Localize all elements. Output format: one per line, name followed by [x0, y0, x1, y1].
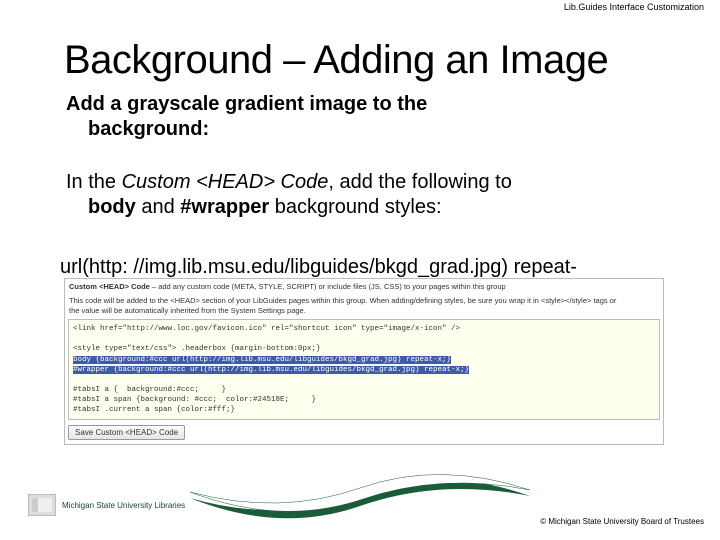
save-button[interactable]: Save Custom <HEAD> Code [68, 425, 185, 440]
code-l3b: #wrapper {background:#ccc url(http://img… [73, 366, 469, 374]
instr-body: body [88, 196, 136, 218]
slide-subtitle: Add a grayscale gradient image to the ba… [66, 92, 680, 142]
code-textarea[interactable]: <link href="http://www.loc.gov/favicon.i… [68, 319, 660, 420]
org-name: Michigan State University Libraries [62, 501, 185, 510]
panel-help-line2: the value will be automatically inherite… [69, 306, 306, 315]
subtitle-line1: Add a grayscale gradient image to the [66, 93, 427, 115]
instruction-text: In the Custom <HEAD> Code, add the follo… [66, 170, 680, 220]
instr-and: and [136, 196, 180, 218]
instr-wrapper: #wrapper [180, 196, 269, 218]
header-label: Lib.Guides Interface Customization [564, 2, 704, 12]
swoosh-graphic [190, 466, 530, 526]
panel-header: Custom <HEAD> Code – add any custom code… [65, 279, 663, 293]
panel-help: This code will be added to the <HEAD> se… [65, 293, 663, 317]
url-snippet: url(http: //img.lib.msu.edu/libguides/bk… [60, 256, 680, 279]
code-l4: #tabsI a { background:#ccc; } [73, 386, 226, 394]
book-icon [28, 494, 56, 516]
panel-title-bold: Custom <HEAD> Code [69, 282, 150, 291]
footer-logo: Michigan State University Libraries [28, 494, 185, 516]
instr-suffix: background styles: [269, 196, 441, 218]
instr-mid: , add the following to [328, 171, 511, 193]
panel-title-rest: – add any custom code (META, STYLE, SCRI… [150, 282, 506, 291]
custom-head-code-panel: Custom <HEAD> Code – add any custom code… [64, 278, 664, 445]
slide-title: Background – Adding an Image [64, 38, 608, 83]
code-l2: <style type="text/css"> .headerbox {marg… [73, 345, 321, 353]
code-l3a: body {background:#ccc url(http://img.lib… [73, 356, 451, 364]
panel-help-line1: This code will be added to the <HEAD> se… [69, 296, 616, 305]
instr-prefix: In the [66, 171, 122, 193]
copyright: © Michigan State University Board of Tru… [540, 517, 704, 526]
subtitle-line2: background: [66, 117, 680, 142]
code-l1: <link href="http://www.loc.gov/favicon.i… [73, 325, 460, 333]
code-l6: #tabsI .current a span {color:#fff;} [73, 406, 235, 414]
instr-emphasis: Custom <HEAD> Code [122, 171, 329, 193]
code-l5: #tabsI a span {background: #ccc; color:#… [73, 396, 316, 404]
